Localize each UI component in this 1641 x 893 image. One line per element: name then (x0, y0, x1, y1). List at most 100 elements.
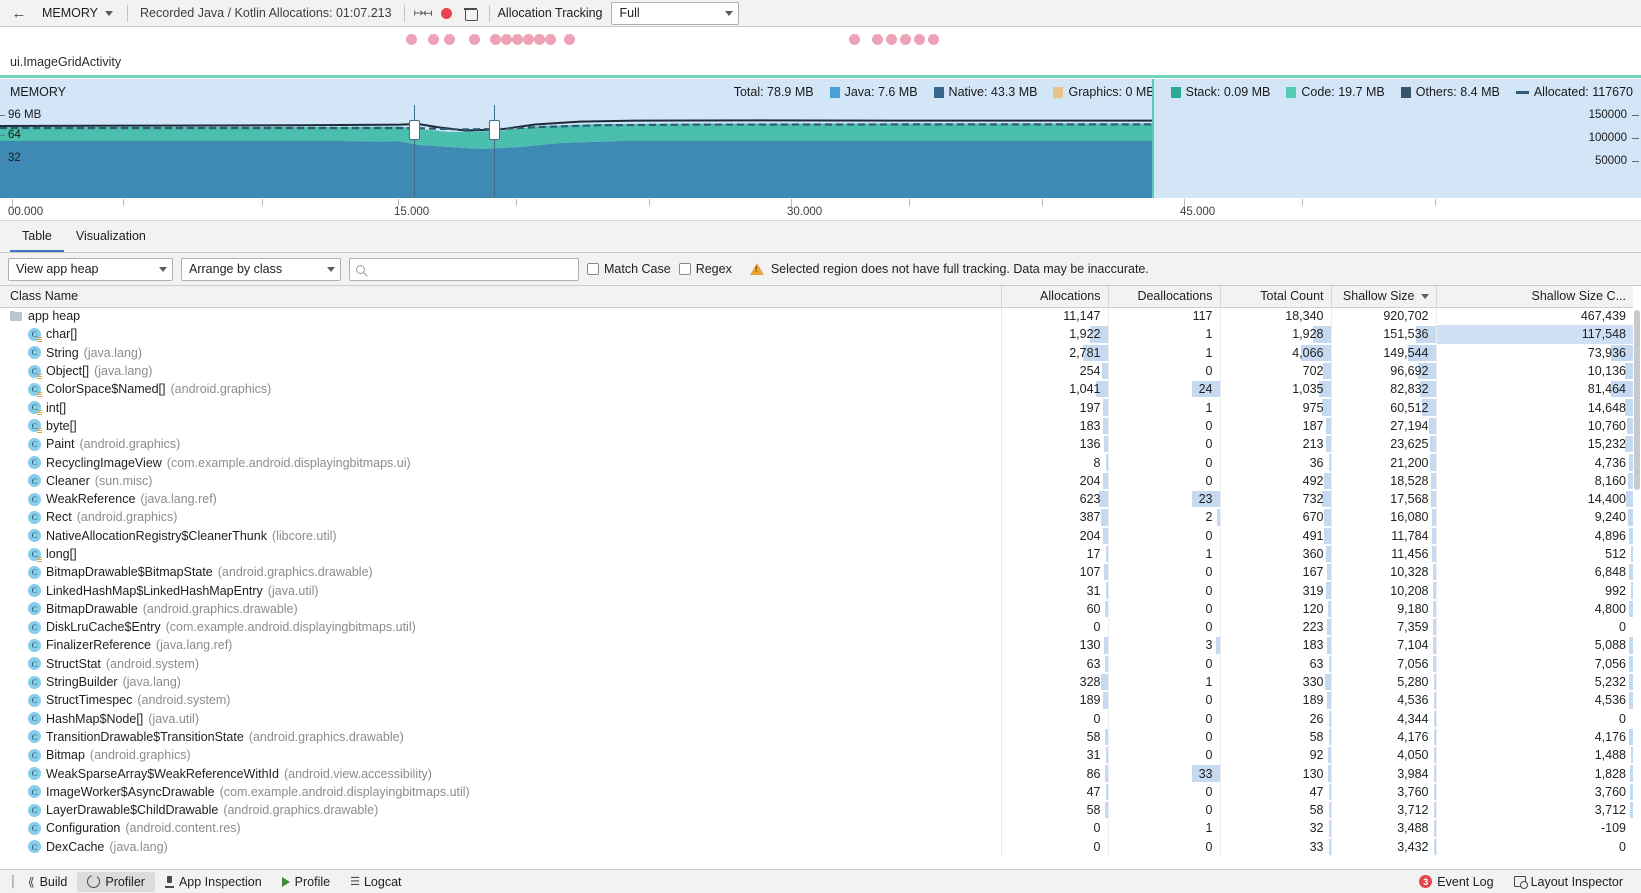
cell-total[interactable]: 47 (1220, 782, 1332, 802)
gc-event-dot[interactable] (849, 34, 860, 45)
allocation-tracking-select[interactable]: Full (610, 1, 739, 25)
table-row[interactable]: Bitmap (android.graphics) 31 0 92 4,050 1,488 (0, 746, 1633, 765)
cell-shallow[interactable]: 11,456 (1331, 544, 1437, 564)
cell-total[interactable]: 223 (1220, 618, 1332, 637)
cell-class-name[interactable]: char[] (0, 325, 1002, 344)
table-row[interactable]: app heap 11,147 117 18,340 920,702 467,439 (0, 307, 1633, 326)
cell-allocations[interactable]: 1,041 (1001, 380, 1109, 399)
cell-allocations[interactable]: 2,781 (1001, 343, 1109, 362)
cell-total[interactable]: 1,035 (1220, 380, 1332, 399)
statusbar-item-logcat[interactable]: ☰ Logcat (340, 872, 411, 892)
cell-deallocations[interactable]: 0 (1108, 471, 1221, 490)
table-row[interactable]: Rect (android.graphics) 387 2 670 16,080 9,240 (0, 508, 1633, 527)
cell-shallow-c[interactable]: 7,056 (1436, 655, 1633, 673)
cell-shallow-c[interactable]: 14,400 (1436, 490, 1633, 508)
cell-deallocations[interactable]: 1 (1108, 672, 1221, 692)
cell-deallocations[interactable]: 23 (1108, 489, 1221, 509)
cell-shallow[interactable]: 10,328 (1331, 563, 1437, 582)
gc-event-dot[interactable] (523, 34, 534, 45)
cell-class-name[interactable]: LinkedHashMap$LinkedHashMapEntry (java.ut… (0, 581, 1002, 600)
cell-deallocations[interactable]: 1 (1108, 819, 1221, 838)
cell-shallow[interactable]: 11,784 (1331, 526, 1437, 545)
cell-deallocations[interactable]: 0 (1108, 563, 1221, 582)
cell-allocations[interactable]: 136 (1001, 435, 1109, 454)
cell-shallow[interactable]: 4,176 (1331, 727, 1437, 747)
cell-deallocations[interactable]: 3 (1108, 636, 1221, 655)
table-row[interactable]: String (java.lang) 2,781 1 4,066 149,544 73,93… (0, 343, 1633, 362)
cell-deallocations[interactable]: 0 (1108, 837, 1221, 856)
column-header-shallow-size[interactable]: Shallow Size (1331, 286, 1437, 308)
cell-allocations[interactable]: 11,147 (1001, 307, 1109, 326)
cell-class-name[interactable]: DiskLruCache$Entry (com.example.android.d… (0, 618, 1002, 637)
cell-shallow-c[interactable]: 9,240 (1436, 508, 1633, 526)
gc-event-dot[interactable] (444, 34, 455, 45)
gc-event-dot[interactable] (406, 34, 417, 45)
gc-event-dot[interactable] (534, 34, 545, 45)
cell-class-name[interactable]: BitmapDrawable (android.graphics.drawable… (0, 599, 1002, 619)
cell-allocations[interactable]: 86 (1001, 764, 1109, 783)
cell-deallocations[interactable]: 0 (1108, 691, 1221, 710)
search-box[interactable] (349, 257, 579, 281)
table-scrollbar[interactable] (1633, 308, 1641, 869)
selection-handle-start[interactable] (409, 120, 420, 140)
cell-shallow[interactable]: 151,536 (1331, 325, 1437, 344)
cell-class-name[interactable]: Rect (android.graphics) (0, 508, 1002, 527)
cell-deallocations[interactable]: 0 (1108, 782, 1221, 802)
table-row[interactable]: DiskLruCache$Entry (com.example.android.d… (0, 618, 1633, 637)
cell-total[interactable]: 120 (1220, 599, 1332, 619)
table-row[interactable]: LayerDrawable$ChildDrawable (android.grap… (0, 801, 1633, 820)
cell-deallocations[interactable]: 0 (1108, 801, 1221, 820)
table-row[interactable]: NativeAllocationRegistry$CleanerThunk (li… (0, 526, 1633, 545)
cell-shallow-c[interactable]: 14,648 (1436, 398, 1633, 416)
gc-event-dot[interactable] (886, 34, 897, 45)
cell-class-name[interactable]: Object[] (java.lang) (0, 361, 1002, 381)
cell-shallow[interactable]: 3,712 (1331, 801, 1437, 820)
cell-class-name[interactable]: TransitionDrawable$TransitionState (andro… (0, 727, 1002, 747)
table-row[interactable]: WeakReference (java.lang.ref) 623 23 732 17,5… (0, 489, 1633, 509)
cell-class-name[interactable]: StringBuilder (java.lang) (0, 672, 1002, 692)
cell-shallow-c[interactable]: 3,712 (1436, 801, 1633, 819)
cell-class-name[interactable]: BitmapDrawable$BitmapState (android.graph… (0, 563, 1002, 582)
cell-total[interactable]: 58 (1220, 801, 1332, 820)
table-row[interactable]: int[] 197 1 975 60,512 14,648 (0, 398, 1633, 417)
statusbar-item-app-inspection[interactable]: App Inspection (155, 872, 272, 892)
cell-deallocations[interactable]: 0 (1108, 654, 1221, 673)
cell-shallow[interactable]: 21,200 (1331, 453, 1437, 472)
statusbar-item-layout-inspector[interactable]: Layout Inspector (1504, 872, 1633, 892)
column-header-class-name[interactable]: Class Name (0, 286, 1002, 308)
table-row[interactable]: LinkedHashMap$LinkedHashMapEntry (java.ut… (0, 581, 1633, 600)
cell-class-name[interactable]: Configuration (android.content.res) (0, 819, 1002, 838)
range-select-button[interactable]: ↦↤ (411, 2, 435, 24)
cell-total[interactable]: 702 (1220, 361, 1332, 381)
cell-class-name[interactable]: Paint (android.graphics) (0, 435, 1002, 454)
cell-total[interactable]: 189 (1220, 691, 1332, 710)
cell-total[interactable]: 32 (1220, 819, 1332, 838)
heap-select[interactable]: View app heap (8, 257, 173, 281)
cell-allocations[interactable]: 328 (1001, 672, 1109, 692)
cell-deallocations[interactable]: 0 (1108, 618, 1221, 637)
cell-allocations[interactable]: 63 (1001, 654, 1109, 673)
gc-event-dot[interactable] (564, 34, 575, 45)
cell-allocations[interactable]: 8 (1001, 453, 1109, 472)
cell-shallow-c[interactable]: 1,828 (1436, 764, 1633, 782)
statusbar-item-event-log[interactable]: 3 Event Log (1409, 872, 1503, 892)
cell-class-name[interactable]: WeakSparseArray$WeakReferenceWithId (andr… (0, 764, 1002, 783)
table-row[interactable]: FinalizerReference (java.lang.ref) 130 3 183… (0, 636, 1633, 655)
column-header-deallocations[interactable]: Deallocations (1108, 286, 1221, 308)
back-button[interactable]: ← (6, 2, 32, 24)
cell-deallocations[interactable]: 0 (1108, 581, 1221, 600)
memory-timeline[interactable]: MEMORY Total: 78.9 MB Java: 7.6 MB Native… (0, 79, 1641, 199)
table-row[interactable]: Configuration (android.content.res) 0 1 32 3,… (0, 819, 1633, 838)
cell-shallow[interactable]: 7,359 (1331, 618, 1437, 637)
cell-shallow-c[interactable]: 992 (1436, 581, 1633, 599)
cell-class-name[interactable]: DexCache (java.lang) (0, 837, 1002, 856)
table-row[interactable]: BitmapDrawable$BitmapState (android.graph… (0, 563, 1633, 582)
cell-total[interactable]: 975 (1220, 398, 1332, 417)
cell-shallow-c[interactable]: 117,548 (1436, 325, 1633, 344)
cell-allocations[interactable]: 204 (1001, 526, 1109, 545)
table-row[interactable]: ColorSpace$Named[] (android.graphics) 1,04… (0, 380, 1633, 399)
cell-shallow[interactable]: 5,280 (1331, 672, 1437, 692)
cell-total[interactable]: 183 (1220, 636, 1332, 655)
cell-allocations[interactable]: 0 (1001, 837, 1109, 856)
cell-total[interactable]: 319 (1220, 581, 1332, 600)
